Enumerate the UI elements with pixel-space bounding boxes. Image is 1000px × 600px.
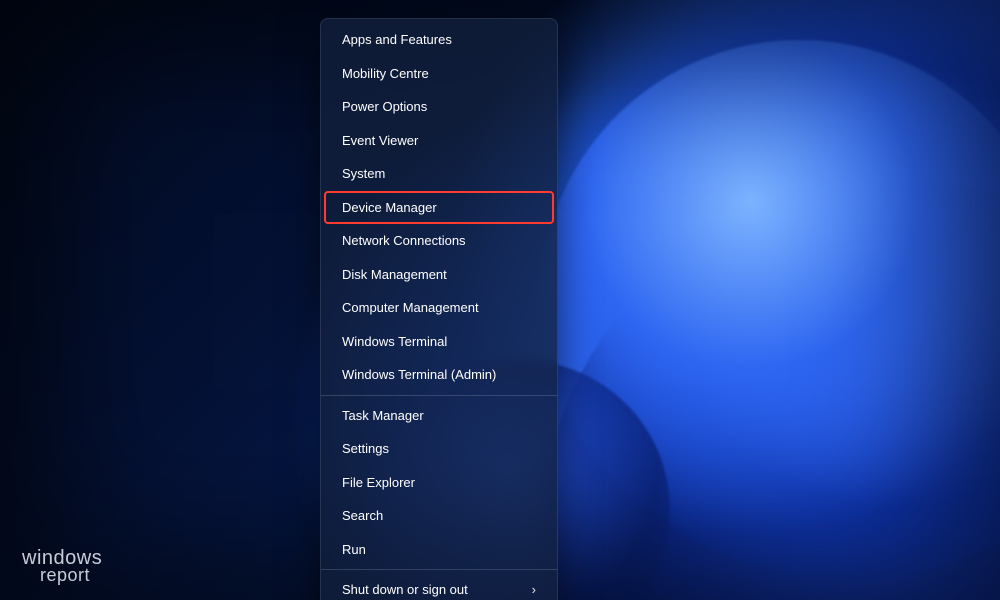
- menu-item-windows-terminal-admin[interactable]: Windows Terminal (Admin): [324, 358, 554, 392]
- chevron-right-icon: ›: [532, 582, 536, 597]
- watermark: windows report: [22, 548, 102, 584]
- menu-item-event-viewer[interactable]: Event Viewer: [324, 124, 554, 158]
- menu-item-label: Power Options: [342, 99, 536, 114]
- menu-item-label: Task Manager: [342, 408, 536, 423]
- menu-item-label: Computer Management: [342, 300, 536, 315]
- menu-item-computer-management[interactable]: Computer Management: [324, 291, 554, 325]
- menu-item-label: Windows Terminal: [342, 334, 536, 349]
- menu-item-run[interactable]: Run: [324, 533, 554, 567]
- menu-item-settings[interactable]: Settings: [324, 432, 554, 466]
- menu-item-disk-management[interactable]: Disk Management: [324, 258, 554, 292]
- menu-item-power-options[interactable]: Power Options: [324, 90, 554, 124]
- menu-item-label: Network Connections: [342, 233, 536, 248]
- menu-item-task-manager[interactable]: Task Manager: [324, 399, 554, 433]
- winx-quick-link-menu[interactable]: Apps and Features Mobility Centre Power Op…: [320, 18, 558, 600]
- menu-item-label: Mobility Centre: [342, 66, 536, 81]
- menu-item-label: File Explorer: [342, 475, 536, 490]
- menu-item-device-manager[interactable]: Device Manager: [324, 191, 554, 225]
- menu-item-mobility-centre[interactable]: Mobility Centre: [324, 57, 554, 91]
- menu-item-label: Shut down or sign out: [342, 582, 524, 597]
- menu-item-label: Run: [342, 542, 536, 557]
- menu-item-search[interactable]: Search: [324, 499, 554, 533]
- menu-item-windows-terminal[interactable]: Windows Terminal: [324, 325, 554, 359]
- menu-item-label: Windows Terminal (Admin): [342, 367, 536, 382]
- menu-item-system[interactable]: System: [324, 157, 554, 191]
- menu-item-label: Settings: [342, 441, 536, 456]
- menu-item-label: Search: [342, 508, 536, 523]
- menu-item-file-explorer[interactable]: File Explorer: [324, 466, 554, 500]
- menu-item-label: Apps and Features: [342, 32, 536, 47]
- menu-item-apps-and-features[interactable]: Apps and Features: [324, 23, 554, 57]
- menu-item-shut-down-or-sign-out[interactable]: Shut down or sign out ›: [324, 573, 554, 600]
- menu-separator: [321, 395, 557, 396]
- desktop-wallpaper: Apps and Features Mobility Centre Power Op…: [0, 0, 1000, 600]
- menu-item-label: Device Manager: [342, 200, 536, 215]
- menu-item-label: Disk Management: [342, 267, 536, 282]
- menu-separator: [321, 569, 557, 570]
- menu-item-label: Event Viewer: [342, 133, 536, 148]
- menu-item-network-connections[interactable]: Network Connections: [324, 224, 554, 258]
- menu-item-label: System: [342, 166, 536, 181]
